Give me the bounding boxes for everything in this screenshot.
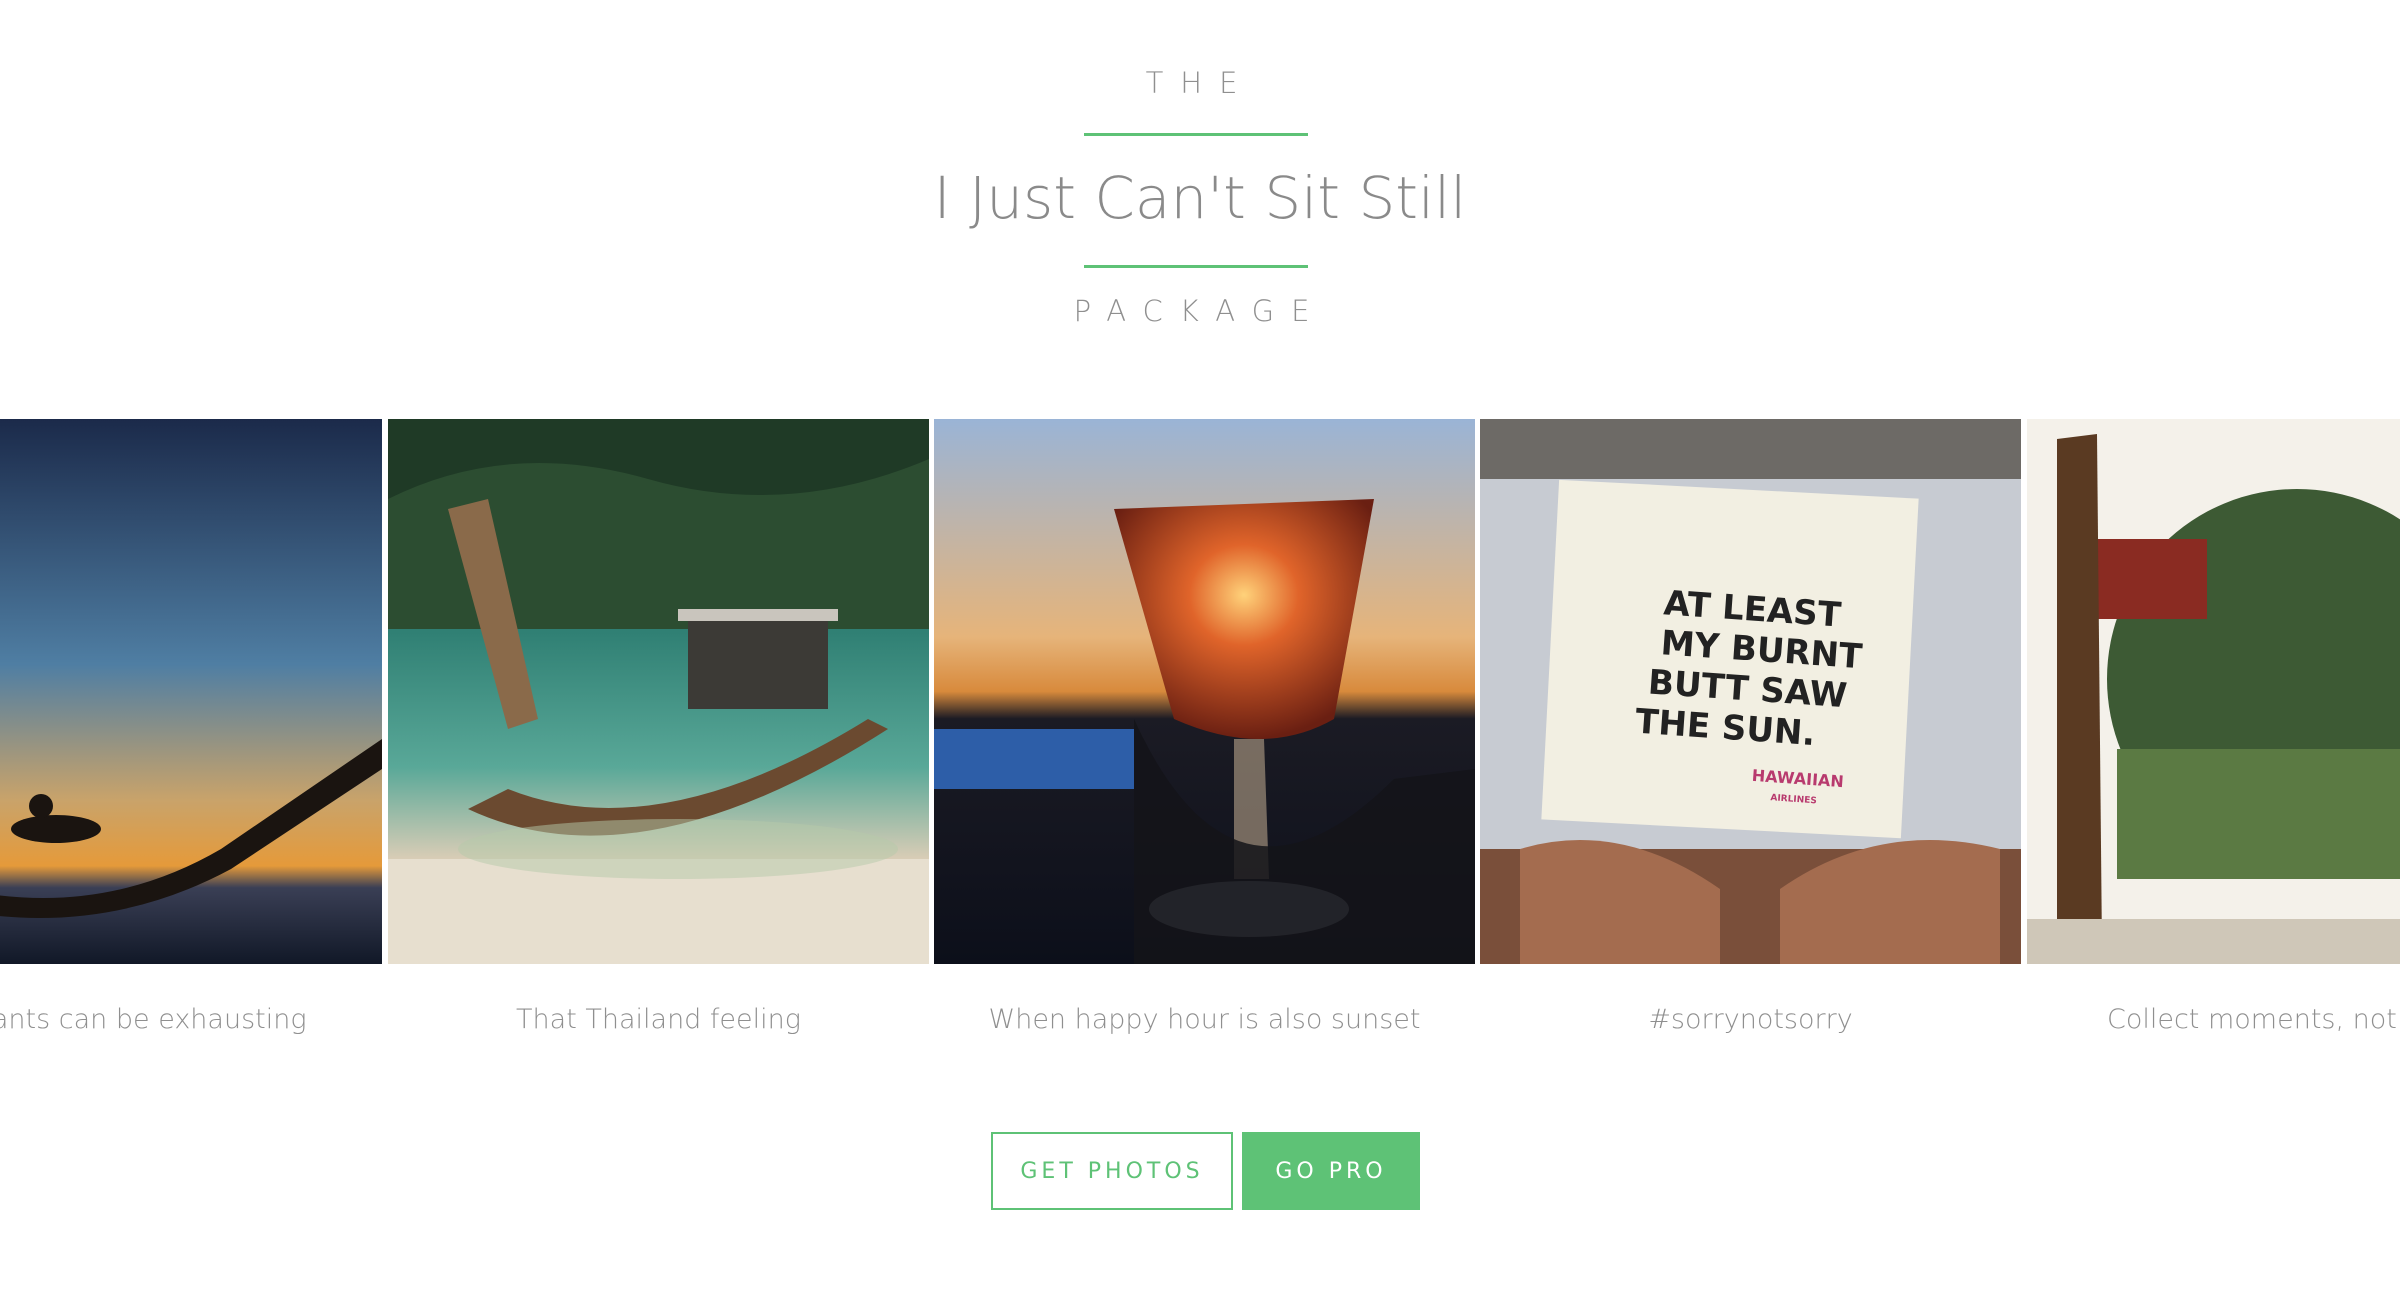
carousel-captions: Elephants can be exhausting That Thailan… — [0, 1004, 2400, 1044]
accent-divider-top — [1084, 133, 1308, 136]
accent-divider-bottom — [1084, 265, 1308, 268]
page-title: I Just Can't Sit Still — [933, 164, 1467, 232]
photo-cocktail-glass[interactable] — [934, 419, 1475, 964]
get-photos-button[interactable]: GET PHOTOS — [991, 1132, 1233, 1210]
package-page: THE I Just Can't Sit Still PACKAGE AT LE… — [0, 0, 2400, 1300]
photo-carousel[interactable]: AT LEAST MY BURNT BUTT SAW THE SUN. HAWA… — [0, 419, 2400, 964]
eyebrow-package: PACKAGE — [1073, 294, 1327, 328]
photo-moon-gate-garden[interactable] — [2027, 419, 2400, 964]
caption-happy-hour: When happy hour is also sunset — [988, 1004, 1421, 1035]
caption-thailand: That Thailand feeling — [516, 1004, 801, 1035]
caption-hammock: Elephants can be exhausting — [0, 1004, 307, 1035]
caption-collect-moments: Collect moments, not things — [2106, 1004, 2400, 1035]
photo-hammock-sunset[interactable] — [0, 419, 382, 964]
eyebrow-the: THE — [1145, 66, 1255, 100]
photo-airline-napkin[interactable]: AT LEAST MY BURNT BUTT SAW THE SUN. HAWA… — [1480, 419, 2021, 964]
photo-longtail-boat[interactable] — [388, 419, 929, 964]
caption-sorrynotsorry: #sorrynotsorry — [1648, 1004, 1853, 1035]
go-pro-button[interactable]: GO PRO — [1242, 1132, 1420, 1210]
